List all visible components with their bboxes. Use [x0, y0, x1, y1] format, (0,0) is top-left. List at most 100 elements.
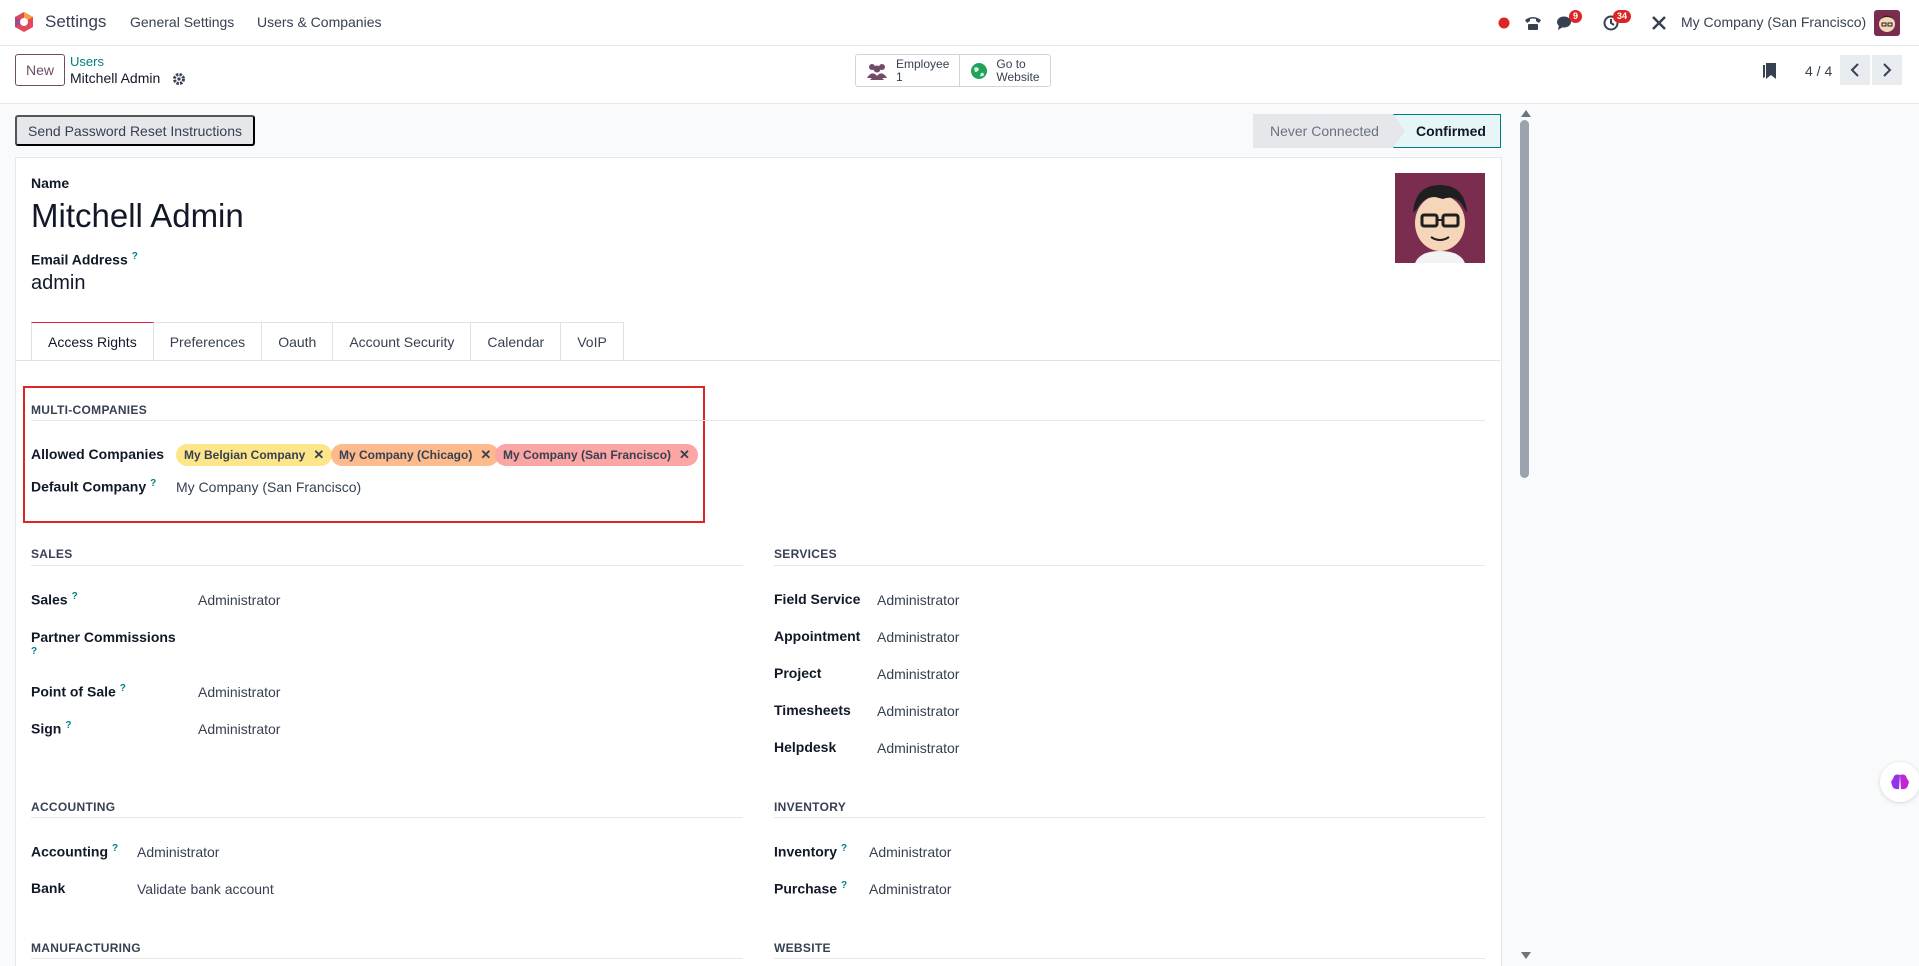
messages-badge: 9	[1569, 10, 1583, 23]
pager-previous-button[interactable]	[1840, 55, 1870, 85]
section-divider	[774, 958, 1485, 959]
accounting-title: ACCOUNTING	[31, 800, 116, 814]
pager-next-button[interactable]	[1872, 55, 1902, 85]
default-company-label: Default Company?	[31, 478, 157, 495]
chevron-left-icon	[1850, 63, 1859, 77]
website-label-line1: Go to	[996, 56, 1026, 71]
help-icon[interactable]: ?	[72, 591, 78, 602]
helpdesk-label: Helpdesk	[774, 739, 837, 755]
tabs-divider	[16, 360, 1500, 361]
top-navbar: Settings General Settings Users & Compan…	[0, 0, 1919, 46]
website-title: WEBSITE	[774, 941, 831, 955]
tab-oauth[interactable]: Oauth	[262, 322, 334, 361]
scroll-down-arrow-icon[interactable]	[1521, 952, 1531, 959]
inventory-title: INVENTORY	[774, 800, 847, 814]
remove-tag-icon[interactable]: ✕	[313, 447, 324, 463]
app-title[interactable]: Settings	[45, 12, 106, 32]
tools-icon[interactable]	[1649, 13, 1669, 33]
accounting-label: Accounting?	[31, 843, 119, 860]
ai-assistant-button[interactable]	[1880, 762, 1919, 802]
partner-commissions-label: Partner Commissions	[31, 629, 176, 645]
company-tag[interactable]: My Company (San Francisco) ✕	[495, 444, 698, 466]
help-icon[interactable]: ?	[31, 646, 37, 657]
phone-icon[interactable]	[1523, 13, 1543, 33]
help-icon[interactable]: ?	[841, 880, 847, 891]
status-confirmed[interactable]: Confirmed	[1392, 114, 1501, 148]
tab-voip[interactable]: VoIP	[561, 322, 624, 361]
breadcrumb-users-link[interactable]: Users	[70, 54, 104, 69]
brain-icon	[1891, 774, 1909, 790]
purchase-label: Purchase?	[774, 880, 848, 897]
sign-value[interactable]: Administrator	[198, 721, 280, 737]
help-icon[interactable]: ?	[112, 843, 118, 854]
go-to-website-button[interactable]: Go to Website	[959, 55, 1049, 86]
gear-icon[interactable]	[172, 72, 186, 86]
help-icon[interactable]: ?	[841, 843, 847, 854]
remove-tag-icon[interactable]: ✕	[480, 447, 491, 463]
user-photo[interactable]	[1395, 173, 1485, 263]
point-of-sale-value[interactable]: Administrator	[198, 684, 280, 700]
pager-value[interactable]: 4 / 4	[1805, 63, 1832, 79]
bookmark-icon[interactable]	[1762, 62, 1778, 80]
remove-tag-icon[interactable]: ✕	[679, 447, 690, 463]
tab-preferences[interactable]: Preferences	[153, 322, 263, 361]
section-divider	[774, 565, 1485, 566]
field-service-value[interactable]: Administrator	[877, 592, 959, 608]
tab-calendar[interactable]: Calendar	[471, 322, 562, 361]
inventory-label: Inventory?	[774, 843, 848, 860]
bank-value[interactable]: Validate bank account	[137, 881, 274, 897]
timesheets-value[interactable]: Administrator	[877, 703, 959, 719]
appointment-value[interactable]: Administrator	[877, 629, 959, 645]
menu-users-companies[interactable]: Users & Companies	[257, 14, 382, 30]
section-divider	[31, 420, 1485, 421]
allowed-companies-label: Allowed Companies	[31, 446, 165, 462]
project-value[interactable]: Administrator	[877, 666, 959, 682]
multi-companies-title: MULTI-COMPANIES	[31, 403, 148, 417]
section-divider	[31, 817, 743, 818]
form-sheet	[15, 157, 1502, 966]
scrollbar-thumb[interactable]	[1520, 120, 1529, 478]
activities-badge: 34	[1613, 10, 1632, 23]
control-panel: New Users Mitchell Admin Employee 1 Go t…	[0, 46, 1919, 104]
field-service-label: Field Service	[774, 591, 861, 607]
email-field[interactable]: admin	[31, 272, 85, 295]
section-divider	[774, 817, 1485, 818]
default-company-field[interactable]: My Company (San Francisco)	[176, 479, 361, 495]
recording-dot-icon[interactable]	[1494, 13, 1514, 33]
status-never-connected[interactable]: Never Connected	[1253, 114, 1393, 148]
email-label: Email Address?	[31, 251, 138, 268]
chevron-right-icon	[1883, 63, 1892, 77]
users-icon	[867, 63, 887, 80]
inventory-value[interactable]: Administrator	[869, 844, 951, 860]
menu-general-settings[interactable]: General Settings	[130, 14, 234, 30]
employee-count: 1	[896, 69, 903, 84]
sales-title: SALES	[31, 547, 73, 561]
name-label: Name	[31, 175, 70, 191]
bank-label: Bank	[31, 880, 66, 896]
user-avatar[interactable]	[1874, 10, 1900, 36]
globe-icon	[971, 62, 988, 79]
purchase-value[interactable]: Administrator	[869, 881, 951, 897]
odoo-logo-icon[interactable]	[12, 10, 36, 34]
help-icon[interactable]: ?	[150, 478, 156, 489]
tab-account-security[interactable]: Account Security	[333, 322, 472, 361]
help-icon[interactable]: ?	[65, 720, 71, 731]
company-switcher[interactable]: My Company (San Francisco)	[1681, 14, 1866, 30]
help-icon[interactable]: ?	[132, 251, 138, 262]
helpdesk-value[interactable]: Administrator	[877, 740, 959, 756]
new-button[interactable]: New	[15, 54, 65, 86]
scroll-up-arrow-icon[interactable]	[1521, 110, 1531, 117]
name-field[interactable]: Mitchell Admin	[31, 197, 244, 235]
smart-buttons: Employee 1 Go to Website	[855, 54, 1051, 87]
sales-value[interactable]: Administrator	[198, 592, 280, 608]
company-tag[interactable]: My Company (Chicago) ✕	[331, 444, 500, 466]
accounting-value[interactable]: Administrator	[137, 844, 219, 860]
send-password-reset-button[interactable]: Send Password Reset Instructions	[15, 115, 255, 146]
company-tag[interactable]: My Belgian Company ✕	[176, 444, 333, 466]
notebook-tabs: Access Rights Preferences Oauth Account …	[31, 322, 624, 361]
help-icon[interactable]: ?	[120, 683, 126, 694]
tab-access-rights[interactable]: Access Rights	[31, 322, 154, 361]
employee-label: Employee	[896, 56, 950, 71]
section-divider	[31, 958, 743, 959]
employee-smart-button[interactable]: Employee 1	[856, 55, 959, 86]
